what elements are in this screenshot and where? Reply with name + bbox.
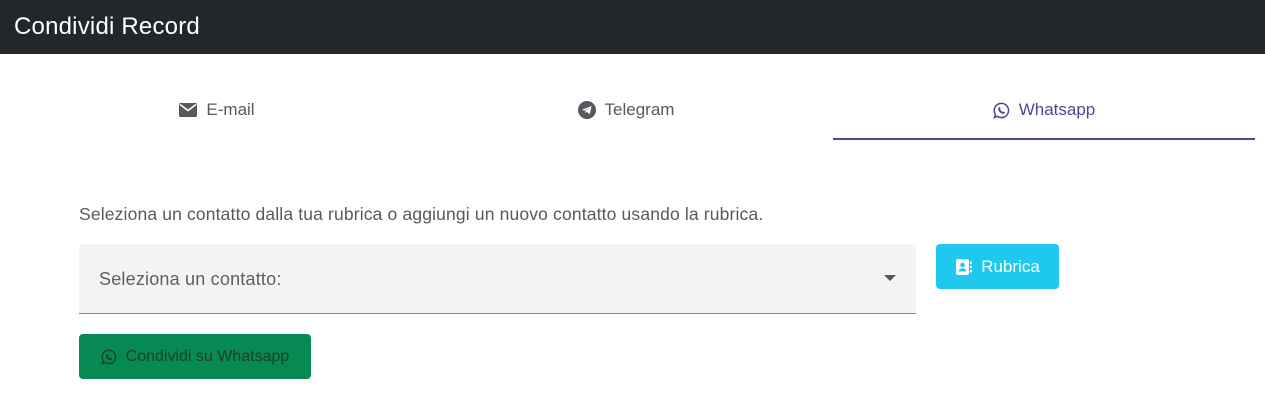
whatsapp-icon bbox=[992, 102, 1010, 119]
envelope-icon bbox=[179, 103, 198, 117]
tab-whatsapp[interactable]: Whatsapp bbox=[833, 82, 1255, 140]
tab-label: Whatsapp bbox=[1018, 100, 1096, 119]
contact-select[interactable]: Seleziona un contatto: bbox=[79, 244, 916, 314]
whatsapp-icon bbox=[100, 349, 117, 365]
helper-text: Seleziona un contatto dalla tua rubrica … bbox=[79, 204, 764, 224]
share-whatsapp-button[interactable]: Condividi su Whatsapp bbox=[79, 334, 311, 379]
address-book-icon bbox=[955, 258, 973, 276]
telegram-icon bbox=[577, 101, 596, 119]
header-bar: Condividi Record bbox=[0, 0, 1265, 54]
page-title: Condividi Record bbox=[14, 13, 200, 40]
tab-email[interactable]: E-mail bbox=[10, 82, 424, 138]
rubrica-button[interactable]: Rubrica bbox=[936, 244, 1059, 289]
tab-telegram[interactable]: Telegram bbox=[419, 82, 833, 138]
tab-label: E-mail bbox=[206, 100, 255, 119]
share-tabs: E-mail Telegram Whatsapp bbox=[0, 82, 1265, 140]
tab-label: Telegram bbox=[604, 100, 675, 119]
share-whatsapp-button-label: Condividi su Whatsapp bbox=[125, 347, 290, 365]
chevron-down-icon bbox=[884, 275, 896, 281]
contact-select-placeholder: Seleziona un contatto: bbox=[99, 269, 282, 289]
rubrica-button-label: Rubrica bbox=[981, 256, 1040, 276]
